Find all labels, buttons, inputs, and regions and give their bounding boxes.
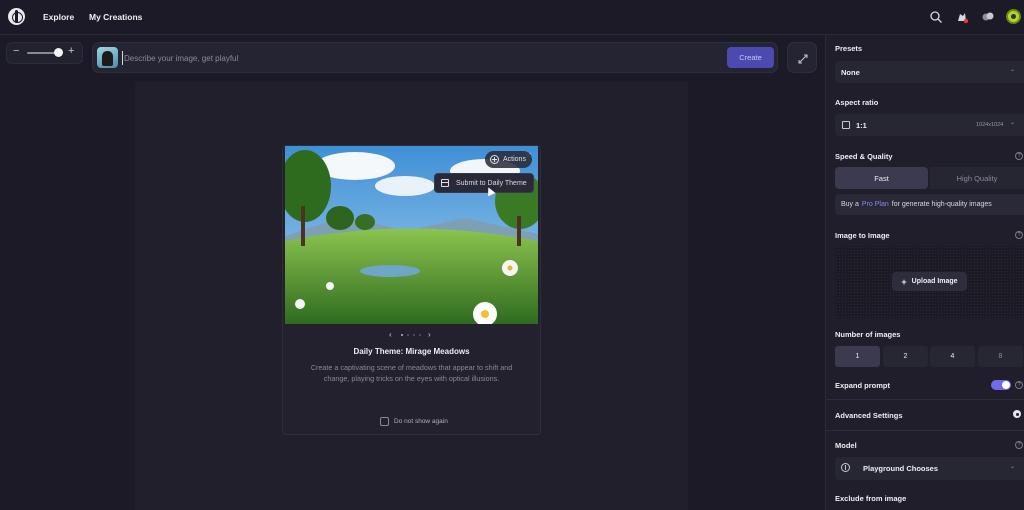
advanced-settings-label[interactable]: Advanced Settings bbox=[835, 411, 903, 420]
nav-my-creations[interactable]: My Creations bbox=[89, 12, 142, 22]
presets-label: Presets bbox=[835, 44, 863, 53]
prompt-avatar-thumbnail[interactable] bbox=[97, 47, 118, 68]
top-bar bbox=[0, 0, 1024, 35]
square-ratio-icon bbox=[842, 121, 850, 129]
chevron-down-icon: ⌄ bbox=[1010, 120, 1016, 126]
nav-explore[interactable]: Explore bbox=[43, 12, 74, 22]
expand-prompt-label: Expand prompt bbox=[835, 381, 891, 390]
chevron-down-icon: ⌄ bbox=[1010, 464, 1016, 470]
gear-icon[interactable] bbox=[1013, 410, 1021, 418]
upload-image-label: Upload Image bbox=[911, 278, 958, 285]
actions-label: Actions bbox=[503, 156, 526, 163]
expand-icon bbox=[798, 54, 808, 64]
carousel-prev-button[interactable]: ‹ bbox=[389, 330, 392, 339]
expand-canvas-button[interactable] bbox=[787, 42, 817, 73]
aspect-ratio-select[interactable]: 1:1 1024x1024 bbox=[835, 114, 1024, 136]
expand-prompt-toggle[interactable] bbox=[991, 380, 1011, 390]
actions-button[interactable]: Actions bbox=[485, 151, 532, 168]
help-icon[interactable]: ? bbox=[1015, 152, 1023, 160]
zoom-in-button[interactable]: + bbox=[68, 45, 74, 57]
carousel-next-button[interactable]: › bbox=[428, 330, 431, 339]
zoom-out-button[interactable]: − bbox=[13, 45, 19, 57]
pro-plan-notice: Buy a Pro Plan for generate high-quality… bbox=[835, 194, 1024, 215]
logo-icon[interactable] bbox=[8, 8, 25, 25]
plus-circle-icon bbox=[490, 155, 499, 164]
carousel-dot[interactable] bbox=[419, 334, 421, 336]
exclude-from-image-label: Exclude from image bbox=[835, 494, 907, 503]
community-icon[interactable] bbox=[981, 10, 995, 24]
speed-fast-option[interactable]: Fast bbox=[835, 167, 928, 189]
create-button[interactable]: Create bbox=[727, 47, 774, 68]
model-select[interactable]: Playground Chooses bbox=[835, 457, 1024, 480]
notification-icon[interactable] bbox=[955, 10, 969, 24]
plus-icon: + bbox=[901, 276, 907, 287]
divider bbox=[826, 399, 1024, 400]
carousel-dot[interactable] bbox=[407, 334, 409, 336]
carousel-dot[interactable] bbox=[401, 334, 403, 336]
do-not-show-label: Do not show again bbox=[394, 418, 448, 425]
number-of-images-label: Number of images bbox=[835, 330, 901, 339]
chevron-down-icon: ⌄ bbox=[1010, 67, 1016, 73]
num-images-option-1[interactable]: 1 bbox=[835, 346, 880, 367]
card-title: Daily Theme: Mirage Meadows bbox=[353, 347, 470, 356]
speed-quality-label: Speed & Quality bbox=[835, 152, 893, 161]
speed-high-quality-option[interactable]: High Quality bbox=[930, 167, 1024, 189]
aspect-ratio-value: 1:1 bbox=[856, 121, 867, 130]
image-to-image-label: Image to Image bbox=[835, 231, 890, 240]
divider bbox=[826, 430, 1024, 431]
card-description: Create a captivating scene of meadows th… bbox=[310, 363, 513, 383]
info-post-text: for generate high-quality images bbox=[891, 201, 992, 208]
pro-plan-link[interactable]: Pro Plan bbox=[862, 201, 889, 208]
playground-model-icon bbox=[841, 463, 850, 472]
aspect-ratio-label: Aspect ratio bbox=[835, 98, 879, 107]
help-icon[interactable]: ? bbox=[1015, 441, 1023, 449]
zoom-slider-handle[interactable] bbox=[54, 48, 63, 57]
prompt-input[interactable] bbox=[122, 51, 712, 65]
model-value: Playground Chooses bbox=[863, 464, 939, 473]
presets-value: None bbox=[841, 68, 860, 77]
upload-image-button[interactable]: + Upload Image bbox=[892, 272, 967, 291]
presets-select[interactable]: None bbox=[835, 61, 1024, 83]
model-label: Model bbox=[835, 441, 857, 450]
info-pre-text: Buy a bbox=[841, 201, 859, 208]
do-not-show-checkbox[interactable] bbox=[380, 417, 389, 426]
aspect-ratio-size: 1024x1024 bbox=[976, 122, 1004, 128]
help-icon[interactable]: ? bbox=[1015, 231, 1023, 239]
num-images-option-8[interactable]: 8 bbox=[978, 346, 1023, 367]
search-icon[interactable] bbox=[929, 10, 943, 24]
carousel-dot[interactable] bbox=[413, 334, 415, 336]
submit-to-daily-theme-menu-item[interactable]: Submit to Daily Theme bbox=[434, 173, 534, 193]
num-images-option-4[interactable]: 4 bbox=[930, 346, 975, 367]
user-avatar[interactable] bbox=[1006, 9, 1021, 24]
calendar-icon bbox=[441, 179, 449, 187]
num-images-option-2[interactable]: 2 bbox=[883, 346, 928, 367]
help-icon[interactable]: ? bbox=[1015, 381, 1023, 389]
